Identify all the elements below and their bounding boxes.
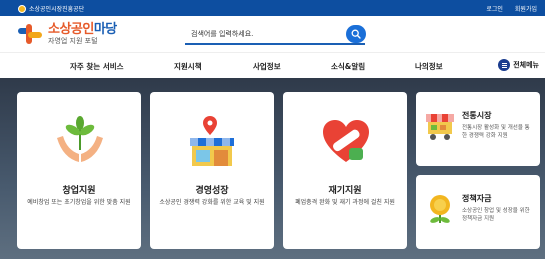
card-title: 재기지원 <box>328 186 362 196</box>
nav-item-business-info[interactable]: 사업정보 <box>253 61 281 72</box>
org-name: 소상공인시장진흥공단 <box>29 6 85 13</box>
card-desc: 폐업충격 완화 및 재기 과정에 걸친 지원 <box>295 199 395 206</box>
nav-item-news[interactable]: 소식&알림 <box>331 61 365 72</box>
money-flower-icon <box>430 195 450 223</box>
nav-item-policies[interactable]: 지원시책 <box>174 61 202 72</box>
logo-title-b: 마당 <box>93 21 117 37</box>
site-logo[interactable]: 소상공인마당 자영업 지원 포털 <box>16 22 117 46</box>
side-card-desc: 소상공인 창업 및 성장을 위한 정책자금 지원 <box>462 208 530 222</box>
card-title: 창업지원 <box>62 186 96 196</box>
all-menu-button[interactable]: 전체메뉴 <box>498 59 539 71</box>
logo-title-a: 소상공인 <box>48 21 94 37</box>
side-card-title: 정책자금 <box>462 194 492 203</box>
side-card-title: 전통시장 <box>462 111 492 120</box>
login-link[interactable]: 로그인 <box>486 4 503 13</box>
search-placeholder: 검색어를 입력하세요. <box>191 30 254 38</box>
main-nav: 자주 찾는 서비스 지원시책 사업정보 소식&알림 나의정보 전체메뉴 <box>0 52 545 78</box>
sprout-hands-icon <box>57 116 103 162</box>
hamburger-menu-icon <box>498 59 511 71</box>
search-input[interactable]: 검색어를 입력하세요. <box>185 25 365 45</box>
market-cart-icon <box>426 114 454 140</box>
nav-item-favorites[interactable]: 자주 찾는 서비스 <box>70 61 124 72</box>
store-pin-icon <box>190 116 234 166</box>
top-utility-bar: 소상공인시장진흥공단 로그인 회원가입 <box>0 0 545 16</box>
card-desc: 소상공인 경쟁력 강화를 위한 교육 및 지원 <box>159 199 265 206</box>
logo-mark-icon <box>18 24 42 44</box>
all-menu-label: 전체메뉴 <box>513 61 539 69</box>
org-link[interactable]: 소상공인시장진흥공단 <box>18 4 84 13</box>
search-button[interactable] <box>346 25 366 43</box>
heart-bandage-icon <box>323 120 369 162</box>
card-policy-funding[interactable]: 정책자금 소상공인 창업 및 성장을 위한 정책자금 지원 <box>416 175 540 249</box>
side-card-desc: 전통시장 활성화 및 개선을 통한 경쟁력 강화 지원 <box>462 125 530 139</box>
org-emblem-icon <box>18 4 26 13</box>
nav-item-my-info[interactable]: 나의정보 <box>415 61 443 72</box>
site-header: 소상공인마당 자영업 지원 포털 검색어를 입력하세요. <box>0 16 545 52</box>
search-icon <box>351 29 361 39</box>
card-traditional-market[interactable]: 전통시장 전통시장 활성화 및 개선을 통한 경쟁력 강화 지원 <box>416 92 540 166</box>
card-desc: 예비창업 또는 초기창업을 위한 맞춤 지원 <box>27 199 131 206</box>
card-startup-support[interactable]: 창업지원 예비창업 또는 초기창업을 위한 맞춤 지원 <box>17 92 141 249</box>
card-business-growth[interactable]: 경영성장 소상공인 경쟁력 강화를 위한 교육 및 지원 <box>150 92 274 249</box>
signup-link[interactable]: 회원가입 <box>515 4 537 13</box>
card-title: 경영성장 <box>195 186 229 196</box>
logo-subtitle: 자영업 지원 포털 <box>48 36 98 45</box>
card-recovery-support[interactable]: 재기지원 폐업충격 완화 및 재기 과정에 걸친 지원 <box>283 92 407 249</box>
logo-title: 소상공인마당 <box>48 23 117 36</box>
